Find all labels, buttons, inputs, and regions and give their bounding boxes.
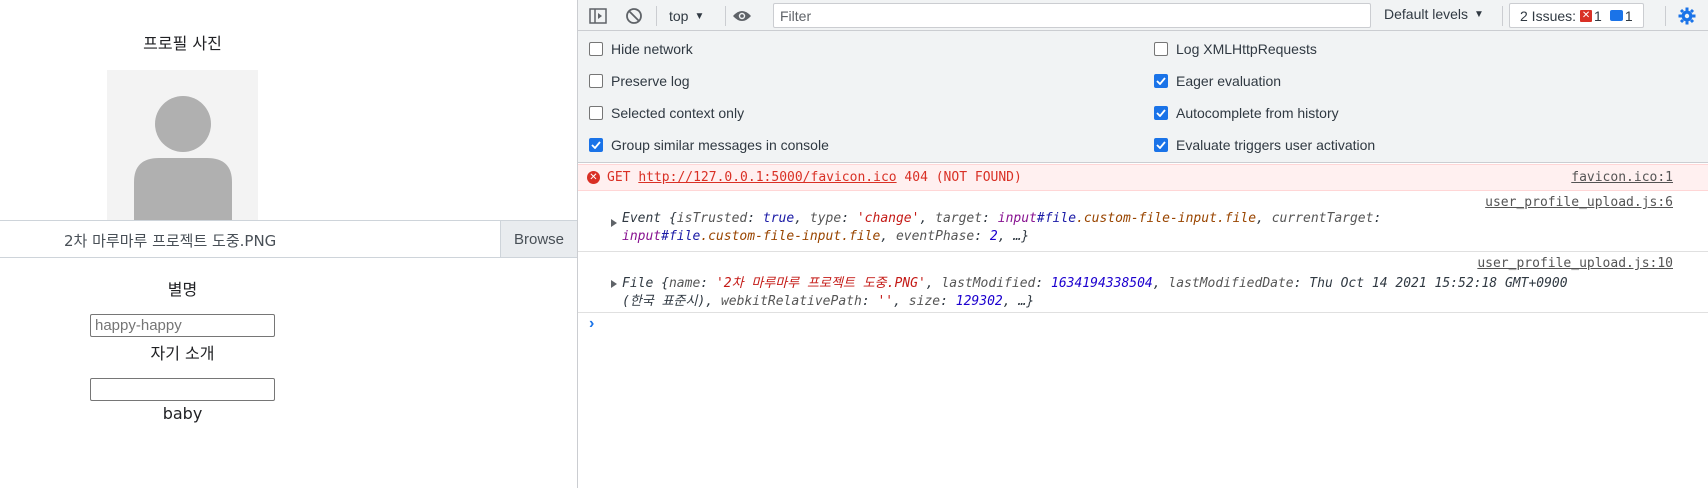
toolbar-divider (1665, 6, 1666, 26)
default-user-icon (134, 96, 232, 220)
self-intro-label: 자기 소개 (150, 344, 215, 363)
setting-group-similar[interactable]: Group similar messages in console (589, 137, 829, 153)
error-icon: ✕ (587, 171, 600, 184)
setting-selected-context-only[interactable]: Selected context only (589, 105, 744, 121)
setting-label: Hide network (611, 41, 693, 57)
filter-input[interactable]: Filter (773, 3, 1371, 28)
dropdown-arrow-icon: ▼ (694, 10, 705, 22)
checkbox[interactable] (589, 74, 603, 88)
log-levels-dropdown[interactable]: Default levels ▼ (1384, 6, 1484, 22)
nickname-input[interactable] (90, 314, 275, 337)
event-object-line-2[interactable]: input#file.custom-file-input.file, event… (622, 229, 1029, 244)
live-expression-eye-icon[interactable] (731, 5, 753, 27)
console-toolbar: top ▼ Filter Default levels ▼ 2 Issues: … (578, 0, 1708, 31)
setting-label: Preserve log (611, 73, 690, 89)
setting-label: Autocomplete from history (1176, 105, 1339, 121)
checkbox[interactable] (589, 42, 603, 56)
expand-triangle-icon[interactable] (611, 280, 617, 288)
setting-preserve-log[interactable]: Preserve log (589, 73, 690, 89)
message-bubble-icon (1609, 10, 1623, 21)
checkbox-checked[interactable] (1154, 138, 1168, 152)
setting-log-xhr[interactable]: Log XMLHttpRequests (1154, 41, 1317, 57)
console-settings-pane: Hide network Preserve log Selected conte… (578, 31, 1708, 163)
event-object-line-1[interactable]: Event {isTrusted: true, type: 'change', … (622, 211, 1381, 226)
console-log-message: user_profile_upload.js:10 File {name: '2… (578, 252, 1708, 313)
error-url[interactable]: http://127.0.0.1:5000/favicon.ico (638, 170, 896, 185)
toolbar-divider (725, 6, 726, 26)
setting-label: Group similar messages in console (611, 137, 829, 153)
devtools-console-panel: top ▼ Filter Default levels ▼ 2 Issues: … (577, 0, 1708, 488)
source-link[interactable]: user_profile_upload.js:10 (1477, 256, 1673, 271)
issues-error-count: 1 (1594, 7, 1602, 24)
sidebar-toggle-icon[interactable] (587, 5, 609, 27)
nickname-label: 별명 (167, 280, 198, 299)
console-messages: ✕ GET http://127.0.0.1:5000/favicon.ico … (578, 164, 1708, 341)
file-upload-field[interactable]: 2차 마루마루 프로젝트 도중.PNG Browse (0, 220, 577, 258)
setting-label: Evaluate triggers user activation (1176, 137, 1376, 153)
error-method: GET (607, 170, 631, 185)
checkbox-checked[interactable] (589, 138, 603, 152)
profile-photo-label: 프로필 사진 (143, 34, 222, 53)
issues-counter-button[interactable]: 2 Issues: ✕ 1 1 (1509, 3, 1644, 28)
error-status: 404 (NOT FOUND) (904, 170, 1022, 185)
baby-text: baby (162, 404, 203, 423)
console-error-message: ✕ GET http://127.0.0.1:5000/favicon.ico … (578, 164, 1708, 191)
source-link[interactable]: user_profile_upload.js:6 (1485, 195, 1673, 210)
checkbox-checked[interactable] (1154, 106, 1168, 120)
setting-autocomplete-history[interactable]: Autocomplete from history (1154, 105, 1339, 121)
issues-info-count: 1 (1624, 7, 1633, 24)
avatar[interactable] (107, 70, 258, 220)
toolbar-divider (656, 6, 657, 26)
error-text: GET http://127.0.0.1:5000/favicon.ico 40… (607, 170, 1022, 185)
setting-hide-network[interactable]: Hide network (589, 41, 693, 57)
console-prompt-row[interactable]: › (578, 313, 1708, 341)
setting-label: Selected context only (611, 105, 745, 121)
web-page: 프로필 사진 2차 마루마루 프로젝트 도중.PNG Browse 별명 자기 … (0, 0, 577, 488)
setting-evaluate-triggers[interactable]: Evaluate triggers user activation (1154, 137, 1375, 153)
context-label: top (669, 8, 689, 24)
checkbox-checked[interactable] (1154, 74, 1168, 88)
file-object-line-1[interactable]: File {name: '2차 마루마루 프로젝트 도중.PNG', lastM… (622, 272, 1568, 291)
toolbar-divider (1502, 6, 1503, 26)
browse-button[interactable]: Browse (500, 221, 577, 257)
self-intro-input[interactable] (90, 378, 275, 401)
setting-label: Eager evaluation (1176, 73, 1282, 89)
issues-error: ✕ 1 (1580, 8, 1602, 24)
settings-gear-icon[interactable] (1676, 5, 1698, 27)
source-link[interactable]: favicon.ico:1 (1571, 170, 1673, 185)
dropdown-arrow-icon: ▼ (1474, 8, 1484, 20)
setting-eager-evaluation[interactable]: Eager evaluation (1154, 73, 1281, 89)
log-levels-label: Default levels (1384, 6, 1469, 22)
expand-triangle-icon[interactable] (611, 219, 617, 227)
file-name-label: 2차 마루마루 프로젝트 도중.PNG (64, 232, 277, 250)
prompt-chevron-icon: › (589, 315, 595, 332)
issues-info: 1 (1609, 7, 1633, 24)
error-square-icon: ✕ (1580, 9, 1593, 22)
file-object-line-2[interactable]: (한국 표준시), webkitRelativePath: '', size: … (622, 290, 1034, 309)
console-log-message: user_profile_upload.js:6 Event {isTruste… (578, 191, 1708, 252)
issues-label: 2 Issues: (1520, 7, 1577, 24)
checkbox[interactable] (1154, 42, 1168, 56)
clear-console-icon[interactable] (623, 5, 645, 27)
setting-label: Log XMLHttpRequests (1176, 41, 1317, 57)
context-selector[interactable]: top ▼ (669, 6, 704, 26)
checkbox[interactable] (589, 106, 603, 120)
